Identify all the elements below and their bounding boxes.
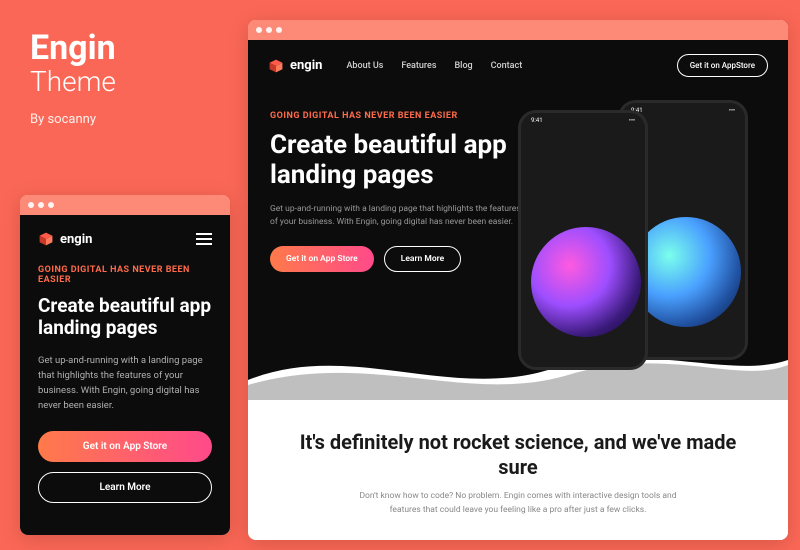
nav-links: About Us Features Blog Contact	[346, 61, 522, 71]
hero-heading: Create beautiful app landing pages	[38, 295, 212, 339]
logo-text: engin	[290, 58, 322, 73]
logo-text: engin	[60, 232, 92, 247]
hero-buttons: Get it on App Store Learn More	[270, 246, 526, 272]
window-dot-icon	[266, 27, 272, 33]
nav-link-about[interactable]: About Us	[346, 61, 383, 71]
hero-description: Get up-and-running with a landing page t…	[38, 353, 212, 414]
nav-cta-button[interactable]: Get it on AppStore	[677, 54, 768, 77]
section-description: Don't know how to code? No problem. Engi…	[358, 490, 678, 517]
window-dot-icon	[28, 202, 34, 208]
logo-cube-icon	[268, 58, 284, 74]
cta-secondary-button[interactable]: Learn More	[384, 246, 461, 272]
theme-title-block: Engin Theme By socanny	[30, 30, 116, 127]
mobile-window-titlebar	[20, 195, 230, 215]
nav-link-features[interactable]: Features	[401, 61, 436, 71]
logo[interactable]: engin	[38, 231, 92, 247]
phone-mockup-front: 9:41 •••	[518, 110, 648, 370]
phone-signal-icon: •••	[729, 107, 735, 114]
theme-name: Engin	[30, 30, 116, 67]
mobile-header: engin	[38, 231, 212, 247]
logo-cube-icon	[38, 231, 54, 247]
planet-image-purple	[531, 227, 641, 337]
window-dot-icon	[38, 202, 44, 208]
cta-primary-button[interactable]: Get it on App Store	[38, 431, 212, 462]
phone-mockups: 9:41 ••• 9:41 •••	[518, 100, 768, 390]
eyebrow-text: GOING DIGITAL HAS NEVER BEEN EASIER	[270, 111, 526, 121]
hero-section: engin About Us Features Blog Contact Get…	[248, 40, 788, 400]
window-dot-icon	[256, 27, 262, 33]
phone-status-bar: 9:41 •••	[521, 113, 645, 128]
desktop-window-titlebar	[248, 20, 788, 40]
nav-link-contact[interactable]: Contact	[491, 61, 523, 71]
theme-subtitle: Theme	[30, 67, 116, 98]
phone-time: 9:41	[531, 117, 543, 124]
hero-heading: Create beautiful app landing pages	[270, 131, 526, 191]
theme-author: By socanny	[30, 112, 116, 127]
window-dot-icon	[276, 27, 282, 33]
section-heading: It's definitely not rocket science, and …	[288, 430, 748, 480]
nav-link-blog[interactable]: Blog	[454, 61, 472, 71]
hero-description: Get up-and-running with a landing page t…	[270, 203, 530, 230]
section-features: It's definitely not rocket science, and …	[248, 400, 788, 540]
phone-signal-icon: •••	[629, 117, 635, 124]
mobile-viewport: engin GOING DIGITAL HAS NEVER BEEN EASIE…	[20, 215, 230, 535]
desktop-preview-window: engin About Us Features Blog Contact Get…	[248, 20, 788, 540]
logo[interactable]: engin	[268, 58, 322, 74]
cta-secondary-button[interactable]: Learn More	[38, 472, 212, 503]
desktop-viewport: engin About Us Features Blog Contact Get…	[248, 40, 788, 540]
mobile-preview-window: engin GOING DIGITAL HAS NEVER BEEN EASIE…	[20, 195, 230, 535]
desktop-nav: engin About Us Features Blog Contact Get…	[248, 40, 788, 91]
eyebrow-text: GOING DIGITAL HAS NEVER BEEN EASIER	[38, 265, 212, 285]
cta-primary-button[interactable]: Get it on App Store	[270, 246, 374, 272]
hamburger-menu-icon[interactable]	[196, 233, 212, 245]
hero-content: GOING DIGITAL HAS NEVER BEEN EASIER Crea…	[248, 91, 548, 272]
window-dot-icon	[48, 202, 54, 208]
